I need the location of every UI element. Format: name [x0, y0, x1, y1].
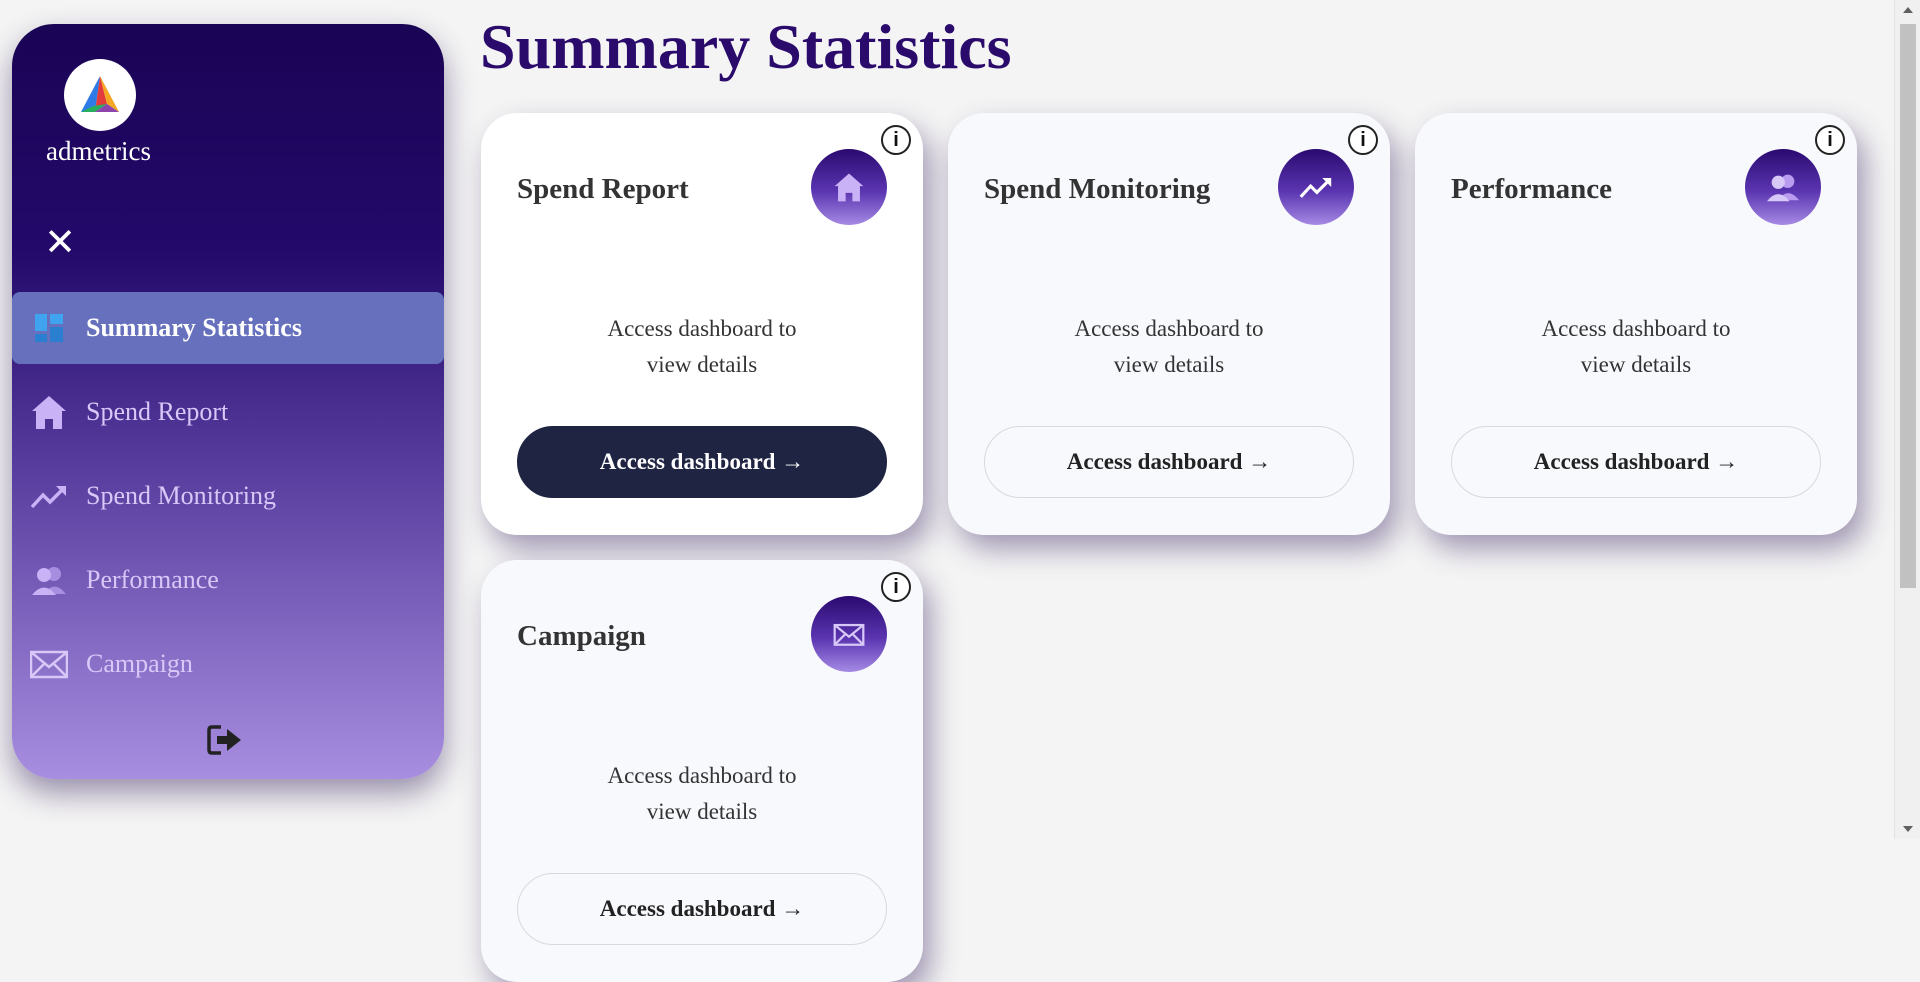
- sidebar-item-label: Campaign: [86, 649, 193, 678]
- scroll-up-arrow[interactable]: [1895, 0, 1920, 20]
- card-description: Access dashboard to view details: [481, 758, 923, 830]
- access-dashboard-button[interactable]: Access dashboard →: [1451, 426, 1821, 498]
- envelope-icon: [811, 596, 887, 672]
- logout-button[interactable]: [207, 724, 247, 760]
- access-dashboard-button[interactable]: Access dashboard →: [984, 426, 1354, 498]
- card-description-line: Access dashboard to: [607, 316, 797, 341]
- card-spend-report: i Spend Report Access dashboard to view …: [481, 113, 923, 535]
- brand-name: admetrics: [46, 136, 151, 166]
- page-title: Summary Statistics: [480, 11, 1012, 82]
- envelope-icon: [30, 645, 68, 683]
- sidebar: admetrics ✕ Summary Statistics Spend Rep…: [12, 24, 444, 779]
- card-description-line: Access dashboard to: [607, 763, 797, 788]
- card-description-line: Access dashboard to: [1541, 316, 1731, 341]
- card-title: Spend Monitoring: [984, 173, 1211, 205]
- sidebar-item-label: Performance: [86, 565, 219, 594]
- sidebar-item-campaign[interactable]: Campaign: [12, 628, 444, 700]
- card-performance: i Performance Access dashboard to view d…: [1415, 113, 1857, 535]
- info-button[interactable]: i: [1815, 125, 1845, 155]
- users-icon: [1745, 149, 1821, 225]
- home-icon: [811, 149, 887, 225]
- trending-up-icon: [30, 477, 68, 515]
- card-description: Access dashboard to view details: [948, 311, 1390, 383]
- sidebar-item-spend-monitoring[interactable]: Spend Monitoring: [12, 460, 444, 532]
- close-sidebar-button[interactable]: ✕: [42, 223, 78, 261]
- brand-logo: [64, 59, 136, 131]
- access-dashboard-button[interactable]: Access dashboard →: [517, 426, 887, 498]
- scroll-thumb[interactable]: [1900, 24, 1916, 588]
- sidebar-item-spend-report[interactable]: Spend Report: [12, 376, 444, 448]
- sidebar-item-label: Spend Monitoring: [86, 481, 276, 510]
- card-title: Campaign: [517, 620, 646, 652]
- access-dashboard-button[interactable]: Access dashboard →: [517, 873, 887, 945]
- trending-up-icon: [1278, 149, 1354, 225]
- card-description: Access dashboard to view details: [481, 311, 923, 383]
- scroll-down-arrow[interactable]: [1895, 819, 1920, 839]
- card-title: Performance: [1451, 173, 1613, 205]
- card-description-line: view details: [1113, 352, 1225, 377]
- info-button[interactable]: i: [881, 125, 911, 155]
- sidebar-item-summary-statistics[interactable]: Summary Statistics: [12, 292, 444, 364]
- home-icon: [30, 393, 68, 431]
- card-description: Access dashboard to view details: [1415, 311, 1857, 383]
- vertical-scrollbar[interactable]: [1894, 0, 1920, 839]
- sidebar-item-performance[interactable]: Performance: [12, 544, 444, 616]
- logo-icon: [81, 76, 119, 112]
- info-button[interactable]: i: [1348, 125, 1378, 155]
- card-description-line: view details: [646, 799, 758, 824]
- card-description-line: view details: [1580, 352, 1692, 377]
- card-description-line: view details: [646, 352, 758, 377]
- sidebar-item-label: Summary Statistics: [86, 313, 302, 342]
- users-icon: [30, 561, 68, 599]
- card-campaign: i Campaign Access dashboard to view deta…: [481, 560, 923, 982]
- card-spend-monitoring: i Spend Monitoring Access dashboard to v…: [948, 113, 1390, 535]
- card-title: Spend Report: [517, 173, 689, 205]
- sidebar-item-label: Spend Report: [86, 397, 229, 426]
- info-button[interactable]: i: [881, 572, 911, 602]
- logout-icon: [207, 725, 241, 755]
- card-description-line: Access dashboard to: [1074, 316, 1264, 341]
- dashboard-icon: [30, 309, 68, 347]
